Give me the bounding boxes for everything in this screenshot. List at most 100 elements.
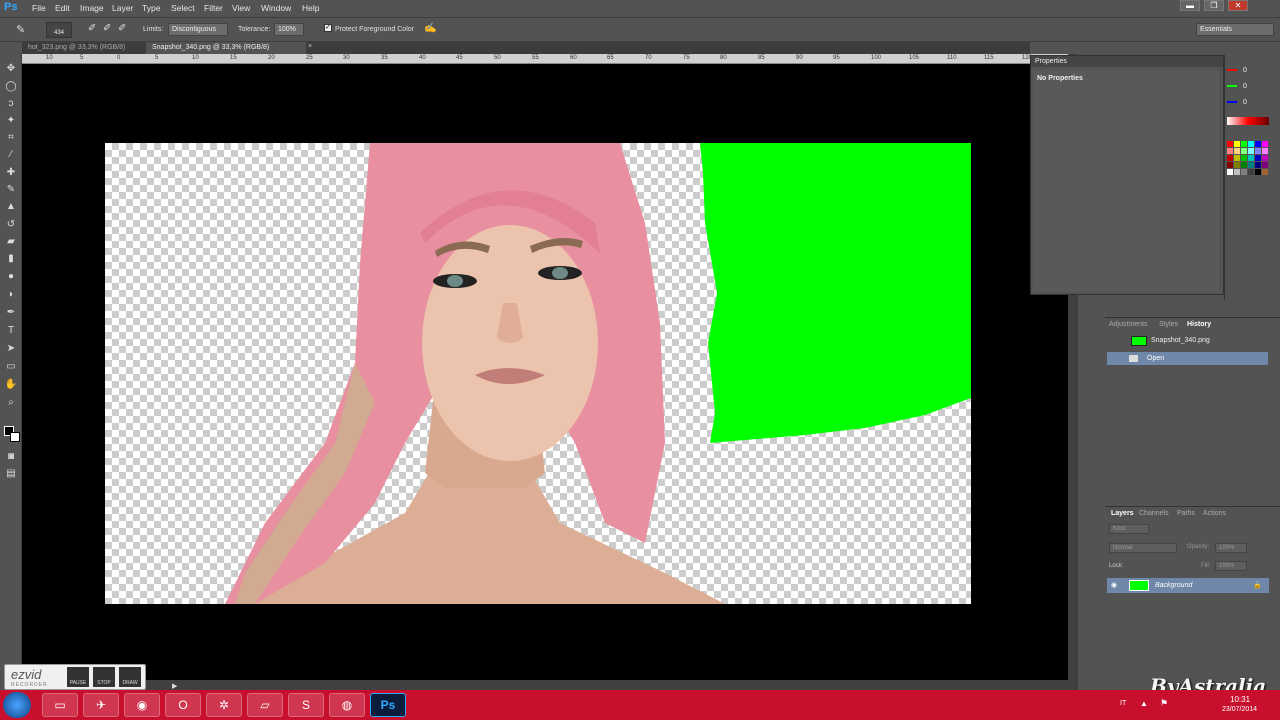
folder-icon[interactable]: ▱ [247,693,283,717]
color-swatch[interactable] [1241,148,1247,154]
tab-channels[interactable]: Channels [1139,510,1169,517]
dodge-tool-icon[interactable]: ● [4,270,18,284]
red-value[interactable]: 0 [1243,67,1247,74]
color-swatch[interactable] [1262,162,1268,168]
fill-input[interactable]: 100% [1215,561,1247,571]
app-icon[interactable]: ◍ [329,693,365,717]
workspace-select[interactable]: Essentials [1196,23,1274,36]
color-swatch[interactable] [1255,162,1261,168]
color-swatch[interactable] [1234,148,1240,154]
color-swatch[interactable] [1255,141,1261,147]
limits-select[interactable]: Discontiguous [168,23,228,36]
history-item-open[interactable]: Open [1107,352,1268,365]
lasso-tool-icon[interactable]: ↄ [4,97,18,111]
app-icon[interactable]: ✲ [206,693,242,717]
tab-close-icon[interactable]: × [308,43,312,50]
brush-preset-picker[interactable]: 434 [46,22,72,38]
pause-button[interactable]: PAUSE [67,667,89,687]
background-eraser-icon[interactable]: ✎ [16,23,25,36]
horizontal-scrollbar[interactable]: ▶ [22,680,1068,690]
close-button[interactable]: ✕ [1228,0,1248,11]
clock-date[interactable]: 23/07/2014 [1222,706,1257,713]
tab-actions[interactable]: Actions [1203,510,1226,517]
sampling-once-icon[interactable]: ✐ [103,23,111,34]
menu-file[interactable]: File [32,3,46,13]
menu-type[interactable]: Type [142,3,160,13]
restore-button[interactable]: ❐ [1204,0,1224,11]
red-slider[interactable] [1227,69,1237,71]
history-snapshot[interactable]: Snapshot_340.png [1109,334,1280,350]
color-swatch[interactable] [1227,155,1233,161]
move-tool-icon[interactable]: ✥ [4,62,18,76]
menu-image[interactable]: Image [80,3,104,13]
layer-filter-kind[interactable]: Kind [1109,524,1149,534]
layer-row-background[interactable]: ◉ Background 🔒 [1107,578,1269,593]
color-swatch[interactable] [1234,141,1240,147]
stop-button[interactable]: STOP [93,667,115,687]
opera-icon[interactable]: O [165,693,201,717]
clock-time[interactable]: 10:31 [1230,695,1250,704]
sampling-continuous-icon[interactable]: ✐ [88,23,96,34]
quick-select-tool-icon[interactable]: ✦ [4,114,18,128]
history-brush-tool-icon[interactable]: ↺ [4,218,18,232]
minimize-button[interactable]: ▬ [1180,0,1200,11]
eraser-tool-icon[interactable]: ▰ [4,235,18,249]
gradient-tool-icon[interactable]: ▮ [4,252,18,266]
document-image[interactable] [105,143,971,604]
color-swatch[interactable] [1241,169,1247,175]
menu-select[interactable]: Select [171,3,195,13]
explorer-icon[interactable]: ▭ [42,693,78,717]
menu-edit[interactable]: Edit [55,3,70,13]
color-swatch[interactable] [1262,141,1268,147]
color-swatch[interactable] [1227,148,1233,154]
screen-mode-icon[interactable]: ▤ [4,467,18,481]
draw-button[interactable]: DRAW [119,667,141,687]
color-swatch[interactable] [1262,155,1268,161]
clone-stamp-tool-icon[interactable]: ▲ [4,200,18,214]
app-icon[interactable]: ✈ [83,693,119,717]
tab-document-1[interactable]: hot_323.png @ 33,3% (RGB/8) [22,42,144,54]
color-swatch[interactable] [1241,141,1247,147]
blend-mode-select[interactable]: Normal [1109,543,1177,553]
tab-styles[interactable]: Styles [1159,321,1178,328]
color-swatch[interactable] [1248,169,1254,175]
firefox-icon[interactable]: ◉ [124,693,160,717]
pressure-icon[interactable]: ✍ [424,23,436,34]
quick-mask-icon[interactable]: ◙ [4,450,18,464]
sampling-background-icon[interactable]: ✐ [118,23,126,34]
scroll-right-arrow-icon[interactable]: ▶ [172,682,177,690]
marquee-tool-icon[interactable]: ◯ [4,80,18,94]
blue-slider[interactable] [1227,101,1237,103]
color-swatch[interactable] [1234,155,1240,161]
tab-layers[interactable]: Layers [1111,510,1134,517]
color-swatch[interactable] [1227,162,1233,168]
menu-help[interactable]: Help [302,3,319,13]
path-selection-tool-icon[interactable]: ➤ [4,342,18,356]
zoom-tool-icon[interactable]: ⌕ [4,396,18,410]
tab-adjustments[interactable]: Adjustments [1109,321,1148,328]
background-color-swatch[interactable] [10,432,20,442]
color-swatch[interactable] [1234,162,1240,168]
blue-value[interactable]: 0 [1243,99,1247,106]
photoshop-icon[interactable]: Ps [370,693,406,717]
language-indicator[interactable]: IT [1120,700,1126,707]
shape-tool-icon[interactable]: ▭ [4,360,18,374]
color-swatch[interactable] [1227,169,1233,175]
color-swatch[interactable] [1262,148,1268,154]
color-swatch[interactable] [1255,169,1261,175]
color-swatch[interactable] [1241,162,1247,168]
tray-arrow-icon[interactable]: ▲ [1140,699,1148,708]
green-value[interactable]: 0 [1243,83,1247,90]
eyedropper-tool-icon[interactable]: ⁄ [4,148,18,162]
start-button[interactable] [3,692,31,718]
tray-flag-icon[interactable]: ⚑ [1160,698,1168,709]
healing-brush-tool-icon[interactable]: ✚ [4,166,18,180]
blur-tool-icon[interactable]: ◗ [4,288,18,302]
menu-layer[interactable]: Layer [112,3,133,13]
color-swatch[interactable] [1234,169,1240,175]
tolerance-input[interactable]: 100% [274,23,304,36]
green-slider[interactable] [1227,85,1237,87]
color-ramp[interactable] [1227,117,1269,125]
color-swatch[interactable] [1248,148,1254,154]
protect-foreground-checkbox[interactable]: ✓ [324,24,332,32]
